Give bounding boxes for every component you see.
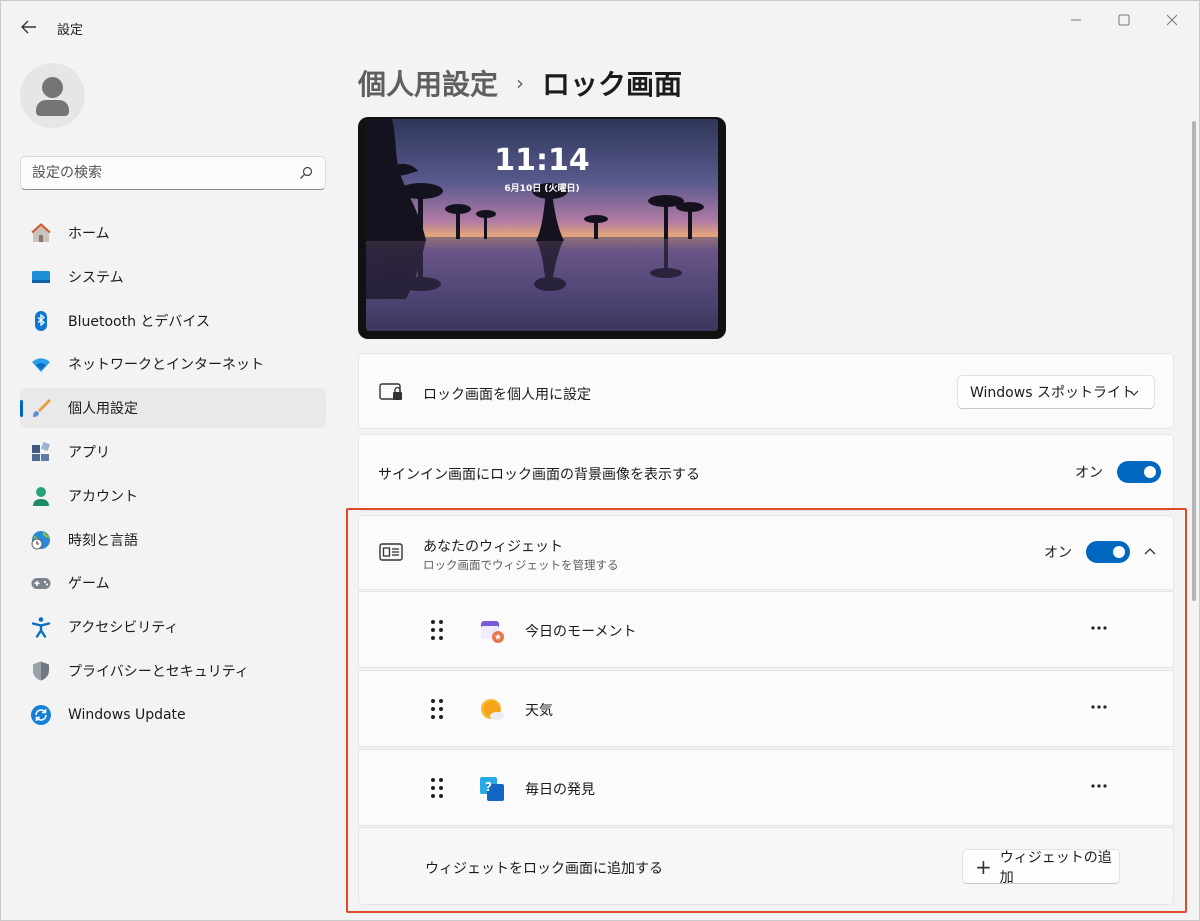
search-box [20,156,326,190]
settings-window: 設定 ホーム システム [0,0,1200,921]
sidebar-item-label: アクセシビリティ [68,620,179,637]
signin-background-row: サインイン画面にロック画面の背景画像を表示する オン [358,434,1174,511]
search-input[interactable] [32,157,292,189]
breadcrumb-separator: › [516,71,525,95]
app-title: 設定 [57,23,84,38]
network-icon [30,353,52,375]
back-arrow-icon [21,20,36,34]
chevron-down-icon [1129,390,1139,396]
sidebar-item-label: ホーム [68,226,110,242]
sidebar-item-network[interactable]: ネットワークとインターネット [20,344,326,384]
sidebar-item-label: ゲーム [68,576,110,593]
home-icon [30,222,52,244]
avatar-body [36,100,69,116]
sidebar-item-gaming[interactable]: ゲーム [20,563,326,603]
windows-update-icon [30,704,52,726]
toggle-state-label: オン [1075,465,1103,481]
lock-screen-icon [379,383,402,400]
sidebar-item-accessibility[interactable]: アクセシビリティ [20,607,326,647]
sidebar-item-system[interactable]: システム [20,257,326,297]
scrollbar[interactable] [1192,121,1196,601]
gaming-icon [30,572,52,594]
minimize-button[interactable] [1053,9,1099,31]
time-language-icon [30,529,52,551]
dropdown-value: Windows スポットライト [970,385,1135,401]
lock-screen-type-dropdown[interactable]: Windows スポットライト [957,375,1155,409]
sidebar-item-label: 個人用設定 [68,401,138,418]
search-icon[interactable] [299,166,313,180]
sidebar-item-label: アカウント [68,488,138,505]
preview-screen: 11:14 6月10日 (火曜日) [366,119,718,331]
sidebar-nav: ホーム システム Bluetooth とデバイス ネットワークとインターネット … [20,213,326,739]
personalize-lock-screen-row: ロック画面を個人用に設定 Windows スポットライト [358,353,1174,429]
sidebar-item-home[interactable]: ホーム [20,213,326,253]
user-avatar[interactable] [20,63,85,128]
sidebar-item-personalization[interactable]: 個人用設定 [20,388,326,429]
bluetooth-icon [30,310,52,332]
sidebar-item-label: アプリ [68,444,110,461]
sidebar-item-privacy[interactable]: プライバシーとセキュリティ [20,651,326,691]
sidebar-item-apps[interactable]: アプリ [20,432,326,472]
maximize-button[interactable] [1101,9,1147,31]
sidebar-item-label: プライバシーとセキュリティ [68,663,249,680]
avatar-head [42,77,63,98]
signin-background-toggle-group: オン [1075,461,1161,483]
sidebar-item-time-language[interactable]: 時刻と言語 [20,520,326,560]
page-title: ロック画面 [542,68,683,101]
close-icon [1166,14,1178,26]
personalization-icon [30,397,52,419]
close-button[interactable] [1149,9,1195,31]
preview-time: 11:14 [494,143,590,178]
personalize-label: ロック画面を個人用に設定 [423,387,591,403]
apps-icon [30,441,52,463]
signin-background-toggle[interactable] [1117,461,1161,483]
sidebar-item-label: ネットワークとインターネット [68,357,264,374]
breadcrumb: 個人用設定 › ロック画面 [358,63,682,103]
preview-date: 6月10日 (火曜日) [504,184,580,194]
sidebar-item-windows-update[interactable]: Windows Update [20,695,326,735]
minimize-icon [1071,19,1081,21]
sidebar-item-label: システム [68,269,124,286]
sidebar-item-label: 時刻と言語 [68,532,138,549]
sidebar-item-label: Windows Update [68,706,186,723]
back-button[interactable] [15,15,43,39]
breadcrumb-parent[interactable]: 個人用設定 [358,63,498,103]
system-icon [30,266,52,288]
title-bar: 設定 [1,1,1199,53]
lock-screen-preview: 11:14 6月10日 (火曜日) [358,117,726,339]
maximize-icon [1118,14,1130,26]
sidebar-item-accounts[interactable]: アカウント [20,476,326,516]
privacy-icon [30,660,52,682]
sidebar-item-bluetooth[interactable]: Bluetooth とデバイス [20,301,326,341]
signin-background-label: サインイン画面にロック画面の背景画像を表示する [378,467,700,483]
account-icon [30,485,52,507]
highlight-box [346,508,1187,913]
sidebar-item-label: Bluetooth とデバイス [68,313,210,330]
accessibility-icon [30,616,52,638]
toggle-knob [1144,466,1156,478]
